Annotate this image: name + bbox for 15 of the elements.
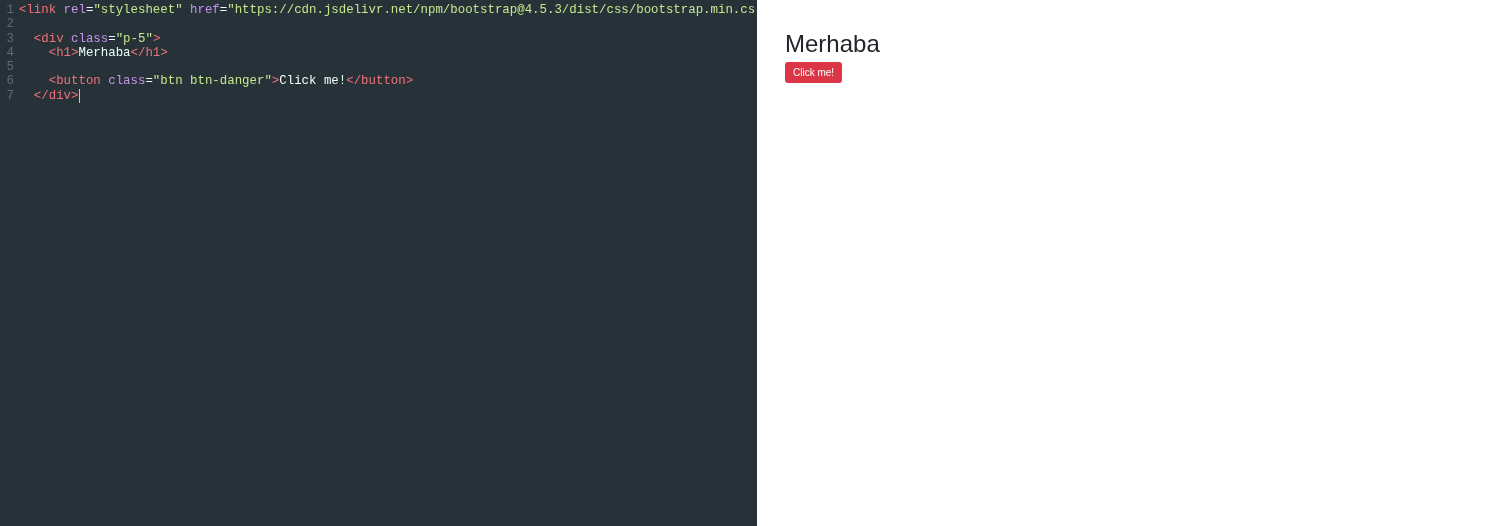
line-number: 6 [5, 74, 14, 89]
text-cursor-icon [78, 88, 80, 103]
page-heading: Merhaba [785, 30, 881, 58]
line-number: 3 [5, 31, 14, 46]
code-line: </div> [32, 88, 79, 104]
line-number: 1 [5, 3, 14, 18]
code-line: <h1>Merhaba</h1> [47, 45, 168, 61]
code-line: <button class="btn btn-danger">Click me!</button> [47, 74, 414, 89]
line-number: 7 [5, 88, 14, 104]
line-number: 4 [5, 45, 14, 61]
line-number: 5 [5, 60, 14, 75]
code-line: <link rel="stylesheet" href="https://cdn.jsdelivr.net/npm/bootstrap@4.5.3/dist/css/bootstrap.min.cs [19, 3, 756, 18]
code-line: <div class="p-5"> [32, 31, 161, 46]
click-me-button[interactable]: Click me! [785, 62, 843, 83]
line-number: 2 [5, 17, 14, 32]
